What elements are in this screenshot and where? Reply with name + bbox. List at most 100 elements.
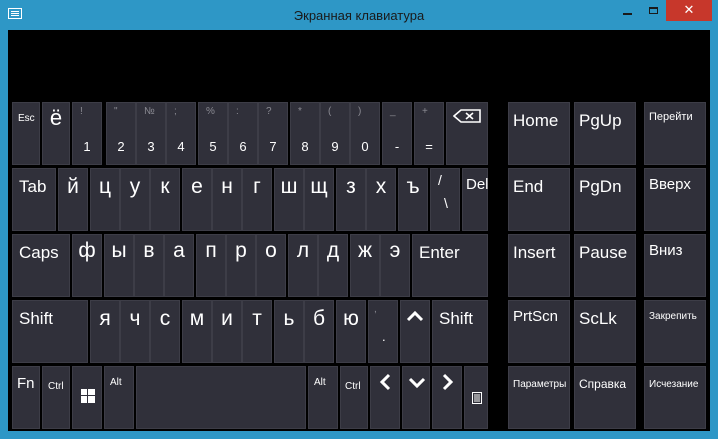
key-letter-ы[interactable]: ы bbox=[104, 234, 134, 297]
key-letter-п[interactable]: п bbox=[196, 234, 226, 297]
key-shift-right[interactable]: Shift bbox=[432, 300, 488, 363]
key-period-label: . bbox=[382, 329, 386, 344]
key-letter-е[interactable]: е bbox=[182, 168, 212, 231]
windows-logo-icon bbox=[81, 389, 95, 408]
key-up-nav[interactable]: Вверх bbox=[644, 168, 706, 231]
key-letter-ъ[interactable]: ъ bbox=[398, 168, 428, 231]
key-enter[interactable]: Enter bbox=[412, 234, 488, 297]
key-insert[interactable]: Insert bbox=[508, 234, 570, 297]
key-letter-р[interactable]: р bbox=[226, 234, 256, 297]
key-letter-label: е bbox=[191, 175, 203, 198]
maximize-button[interactable] bbox=[640, 0, 666, 21]
key-letter-й[interactable]: й bbox=[58, 168, 88, 231]
key-digit--[interactable]: _ - bbox=[382, 102, 412, 165]
key-letter-ш[interactable]: ш bbox=[274, 168, 304, 231]
key-digit-1[interactable]: ! 1 bbox=[72, 102, 102, 165]
key-letter-у[interactable]: у bbox=[120, 168, 150, 231]
key-letter-с[interactable]: с bbox=[150, 300, 180, 363]
key-digit-label: = bbox=[425, 139, 433, 154]
title-bar[interactable]: Экранная клавиатура ✕ bbox=[0, 0, 718, 30]
close-button[interactable]: ✕ bbox=[666, 0, 712, 21]
key-digit-5[interactable]: % 5 bbox=[198, 102, 228, 165]
help-button[interactable]: Справка bbox=[574, 366, 636, 429]
key-letter-ц[interactable]: ц bbox=[90, 168, 120, 231]
key-letter-ф[interactable]: ф bbox=[72, 234, 102, 297]
key-yo[interactable]: ё bbox=[42, 102, 70, 165]
key-esc-label: Esc bbox=[18, 113, 35, 124]
key-letter-label: к bbox=[160, 175, 170, 198]
key-digit-=[interactable]: + = bbox=[414, 102, 444, 165]
key-alt-left[interactable]: Alt bbox=[104, 366, 134, 429]
key-end[interactable]: End bbox=[508, 168, 570, 231]
key-digit-8[interactable]: * 8 bbox=[290, 102, 320, 165]
key-tab[interactable]: Tab bbox=[12, 168, 56, 231]
key-letter-и[interactable]: и bbox=[212, 300, 242, 363]
key-esc[interactable]: Esc bbox=[12, 102, 40, 165]
key-shift-left[interactable]: Shift bbox=[12, 300, 88, 363]
key-pause[interactable]: Pause bbox=[574, 234, 636, 297]
key-windows[interactable] bbox=[72, 366, 102, 429]
key-letter-б[interactable]: б bbox=[304, 300, 334, 363]
key-letter-о[interactable]: о bbox=[256, 234, 286, 297]
minimize-button[interactable] bbox=[614, 0, 640, 21]
key-fn[interactable]: Fn bbox=[12, 366, 40, 429]
key-letter-ю[interactable]: ю bbox=[336, 300, 366, 363]
key-letter-ч[interactable]: ч bbox=[120, 300, 150, 363]
key-letter-х[interactable]: х bbox=[366, 168, 396, 231]
key-space[interactable] bbox=[136, 366, 306, 429]
key-letter-ж[interactable]: ж bbox=[350, 234, 380, 297]
key-down-nav[interactable]: Вниз bbox=[644, 234, 706, 297]
key-pgup[interactable]: PgUp bbox=[574, 102, 636, 165]
key-letter-м[interactable]: м bbox=[182, 300, 212, 363]
key-alt-right[interactable]: Alt bbox=[308, 366, 338, 429]
key-digit-0[interactable]: ) 0 bbox=[350, 102, 380, 165]
key-ctrl-left[interactable]: Ctrl bbox=[42, 366, 70, 429]
key-digit-4[interactable]: ; 4 bbox=[166, 102, 196, 165]
fade-button[interactable]: Исчезание bbox=[644, 366, 706, 429]
key-letter-label: д bbox=[326, 239, 340, 262]
key-letter-label: щ bbox=[310, 175, 328, 198]
key-letter-н[interactable]: н bbox=[212, 168, 242, 231]
key-letter-щ[interactable]: щ bbox=[304, 168, 334, 231]
key-comma[interactable]: ,. bbox=[368, 300, 398, 363]
key-digit-6[interactable]: :6 bbox=[228, 102, 258, 165]
key-backspace[interactable] bbox=[446, 102, 488, 165]
key-left[interactable] bbox=[370, 366, 400, 429]
key-letter-я[interactable]: я bbox=[90, 300, 120, 363]
options-button[interactable]: Параметры bbox=[508, 366, 570, 429]
key-up[interactable] bbox=[400, 300, 430, 363]
key-sclk[interactable]: ScLk bbox=[574, 300, 636, 363]
key-pgdn[interactable]: PgDn bbox=[574, 168, 636, 231]
key-letter-д[interactable]: д bbox=[318, 234, 348, 297]
key-letter-л[interactable]: л bbox=[288, 234, 318, 297]
key-digit-3[interactable]: № 3 bbox=[136, 102, 166, 165]
key-digit-9[interactable]: (9 bbox=[320, 102, 350, 165]
key-letter-з[interactable]: з bbox=[336, 168, 366, 231]
key-home[interactable]: Home bbox=[508, 102, 570, 165]
key-letter-к[interactable]: к bbox=[150, 168, 180, 231]
key-shift-symbol: : bbox=[236, 106, 239, 117]
key-letter-ь[interactable]: ь bbox=[274, 300, 304, 363]
key-go[interactable]: Перейти bbox=[644, 102, 706, 165]
key-letter-г[interactable]: г bbox=[242, 168, 272, 231]
key-letter-в[interactable]: в bbox=[134, 234, 164, 297]
left-arrow-icon bbox=[379, 373, 391, 396]
key-letter-а[interactable]: а bbox=[164, 234, 194, 297]
key-shift-symbol: ! bbox=[80, 106, 83, 117]
key-letter-э[interactable]: э bbox=[380, 234, 410, 297]
key-right[interactable] bbox=[432, 366, 462, 429]
key-slash[interactable]: / \ bbox=[430, 168, 460, 231]
key-shift-symbol: ; bbox=[174, 106, 177, 117]
key-digit-7[interactable]: ? 7 bbox=[258, 102, 288, 165]
key-caps-label: Caps bbox=[19, 243, 59, 262]
key-ctrl-right[interactable]: Ctrl bbox=[340, 366, 368, 429]
key-digit-2[interactable]: " 2 bbox=[106, 102, 136, 165]
key-caps[interactable]: Caps bbox=[12, 234, 70, 297]
key-prtscn[interactable]: PrtScn bbox=[508, 300, 570, 363]
key-down[interactable] bbox=[402, 366, 430, 429]
key-letter-т[interactable]: т bbox=[242, 300, 272, 363]
key-menu[interactable] bbox=[464, 366, 488, 429]
key-del[interactable]: Del bbox=[462, 168, 489, 231]
key-insert-label: Insert bbox=[513, 243, 556, 262]
dock-button[interactable]: Закрепить bbox=[644, 300, 706, 363]
